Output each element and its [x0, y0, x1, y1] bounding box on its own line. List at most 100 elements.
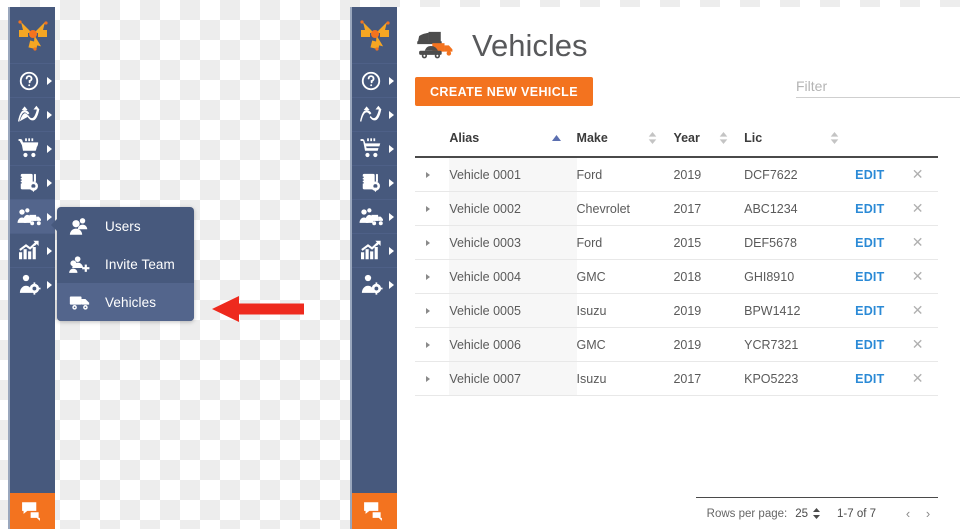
sort-asc-icon[interactable] [551, 135, 577, 141]
edit-link[interactable]: EDIT [855, 236, 884, 250]
sort-none-icon[interactable] [648, 132, 673, 144]
sidebar-item-team[interactable] [10, 199, 55, 233]
column-header-make[interactable]: Make [577, 131, 674, 157]
table-row[interactable]: Vehicle 0005 Isuzu 2019 BPW1412 EDIT ✕ [415, 293, 938, 328]
close-x-icon[interactable]: ✕ [912, 268, 924, 284]
cell-alias: Vehicle 0005 [449, 293, 577, 328]
table-row[interactable]: Vehicle 0002 Chevrolet 2017 ABC1234 EDIT ✕ [415, 191, 938, 226]
close-x-icon[interactable]: ✕ [912, 200, 924, 216]
cell-lic: GHI8910 [744, 259, 856, 294]
table-body: Vehicle 0001 Ford 2019 DCF7622 EDIT ✕ Vehicle … [415, 157, 938, 396]
page-header: Vehicles [397, 7, 960, 63]
sidebar2-item-addresses[interactable] [352, 165, 397, 199]
edit-link[interactable]: EDIT [855, 168, 884, 182]
cell-alias: Vehicle 0006 [449, 327, 577, 362]
submenu-label: Invite Team [105, 256, 175, 272]
chevron-right-icon[interactable] [426, 307, 430, 314]
cell-year: 2019 [673, 157, 745, 192]
cell-year: 2018 [673, 259, 745, 294]
edit-link[interactable]: EDIT [855, 338, 884, 352]
column-label-lic: Lic [744, 131, 763, 145]
primary-sidebar [8, 7, 55, 529]
column-header-year[interactable]: Year [673, 131, 744, 157]
close-x-icon[interactable]: ✕ [912, 234, 924, 250]
table-row[interactable]: Vehicle 0004 GMC 2018 GHI8910 EDIT ✕ [415, 259, 938, 294]
table-row[interactable]: Vehicle 0006 GMC 2019 YCR7321 EDIT ✕ [415, 327, 938, 362]
cell-edit: EDIT [855, 191, 912, 226]
sidebar-item-help[interactable] [10, 63, 55, 97]
edit-link[interactable]: EDIT [855, 304, 884, 318]
sidebar2-item-routes[interactable] [352, 97, 397, 131]
chevron-right-icon[interactable] [426, 273, 430, 280]
vehicle-truck-icon [69, 291, 99, 313]
rows-per-page-value[interactable]: 25 [795, 508, 808, 520]
chevron-right-icon[interactable] [426, 375, 430, 382]
sidebar-item-addresses[interactable] [10, 165, 55, 199]
sidebar-item-routes[interactable] [10, 97, 55, 131]
rows-per-page-stepper[interactable] [812, 508, 821, 519]
row-expand-cell[interactable] [415, 293, 450, 328]
cell-edit: EDIT [855, 293, 912, 328]
row-expand-cell[interactable] [415, 191, 450, 226]
chevron-right-icon[interactable] [426, 239, 430, 246]
main-content: Vehicles CREATE NEW VEHICLE Alias [397, 7, 960, 529]
sort-none-icon[interactable] [719, 132, 744, 144]
row-expand-cell[interactable] [415, 157, 450, 192]
previous-page-button[interactable]: ‹ [898, 506, 918, 521]
chat-button-secondary[interactable] [352, 493, 397, 529]
sidebar2-item-reports[interactable] [352, 233, 397, 267]
app-logo-secondary[interactable] [352, 7, 397, 63]
vehicles-fleet-icon [417, 31, 453, 59]
question-mark-circle-icon [356, 68, 386, 94]
close-x-icon[interactable]: ✕ [912, 370, 924, 386]
sidebar2-item-team[interactable] [352, 199, 397, 233]
chat-button[interactable] [10, 493, 55, 529]
chevron-right-icon[interactable] [426, 205, 430, 212]
sidebar-item-reports[interactable] [10, 233, 55, 267]
column-header-alias[interactable]: Alias [449, 131, 576, 157]
close-x-icon[interactable]: ✕ [912, 336, 924, 352]
app-logo[interactable] [10, 7, 55, 63]
edit-link[interactable]: EDIT [855, 202, 884, 216]
page-title: Vehicles [472, 28, 588, 63]
row-expand-cell[interactable] [415, 225, 450, 260]
sidebar-item-orders[interactable] [10, 131, 55, 165]
column-header-lic[interactable]: Lic [744, 131, 855, 157]
filter-input[interactable] [796, 78, 960, 98]
create-new-vehicle-button[interactable]: CREATE NEW VEHICLE [415, 77, 593, 106]
row-expand-cell[interactable] [415, 327, 450, 362]
submenu-item-invite-team[interactable]: Invite Team [57, 245, 194, 283]
user-settings-icon [14, 272, 44, 298]
cell-year: 2015 [673, 225, 745, 260]
close-x-icon[interactable]: ✕ [912, 302, 924, 318]
submenu-item-vehicles[interactable]: Vehicles [57, 283, 194, 321]
page-range-label: 1-7 of 7 [837, 507, 876, 520]
cell-lic: BPW1412 [744, 293, 856, 328]
row-expand-cell[interactable] [415, 361, 450, 396]
chevron-right-icon[interactable] [426, 171, 430, 178]
cell-year: 2017 [673, 361, 745, 396]
column-label-make: Make [576, 131, 608, 145]
sidebar2-item-orders[interactable] [352, 131, 397, 165]
cell-make: Ford [576, 157, 674, 192]
cell-delete: ✕ [911, 327, 938, 362]
table-row[interactable]: Vehicle 0007 Isuzu 2017 KPO5223 EDIT ✕ [415, 361, 938, 396]
chevron-right-icon[interactable] [426, 341, 430, 348]
chevron-right-icon [389, 212, 394, 221]
close-x-icon[interactable]: ✕ [912, 166, 924, 182]
sort-none-icon[interactable] [830, 132, 855, 144]
routing-arrows-logo-icon [359, 20, 390, 51]
sidebar-item-account[interactable] [10, 267, 55, 301]
chevron-right-icon [389, 246, 394, 255]
table-row[interactable]: Vehicle 0001 Ford 2019 DCF7622 EDIT ✕ [415, 157, 938, 192]
table-row[interactable]: Vehicle 0003 Ford 2015 DEF5678 EDIT ✕ [415, 225, 938, 260]
chevron-right-icon [389, 178, 394, 187]
submenu-item-users[interactable]: Users [57, 207, 194, 245]
cell-delete: ✕ [911, 225, 938, 260]
sidebar2-item-account[interactable] [352, 267, 397, 301]
next-page-button[interactable]: › [918, 506, 938, 521]
edit-link[interactable]: EDIT [855, 270, 884, 284]
sidebar2-item-help[interactable] [352, 63, 397, 97]
edit-link[interactable]: EDIT [855, 372, 884, 386]
row-expand-cell[interactable] [415, 259, 450, 294]
